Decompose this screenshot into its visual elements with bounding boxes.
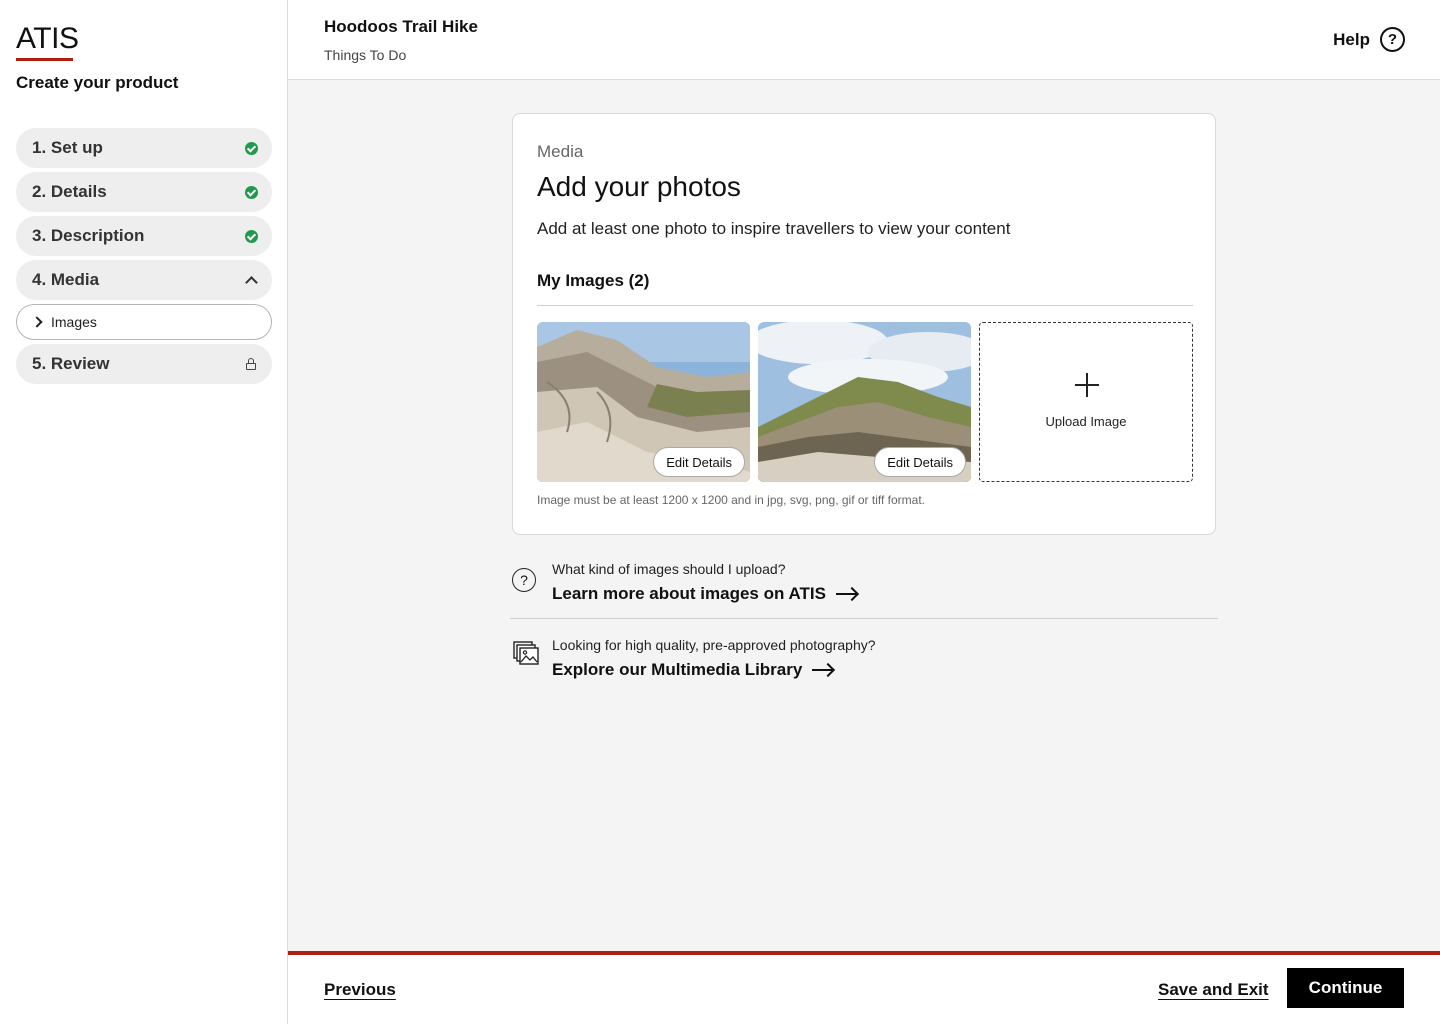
step-label: 3. Description [32,226,145,245]
plus-icon [1075,373,1099,397]
edit-details-button[interactable]: Edit Details [653,447,745,477]
section-tag: Media [537,142,584,161]
arrow-right-icon [835,588,858,600]
step-details[interactable]: 2. Details [16,172,272,212]
question-circle-icon: ? [512,568,536,592]
step-setup[interactable]: 1. Set up [16,128,272,168]
link-label: Explore our Multimedia Library [552,660,803,679]
page-subtitle: Add at least one photo to inspire travel… [537,219,1011,238]
info-question: What kind of images should I upload? [552,561,786,577]
edit-details-button[interactable]: Edit Details [874,447,966,477]
upload-image-dropzone[interactable]: Upload Image [979,322,1193,482]
step-media[interactable]: 4. Media [16,260,272,300]
chevron-up-icon [245,276,258,289]
step-review[interactable]: 5. Review [16,344,272,384]
logo-underline [16,58,73,61]
help-button[interactable]: Help ? [1333,27,1405,52]
step-label: 2. Details [32,182,107,201]
image-requirements-hint: Image must be at least 1200 x 1200 and i… [537,493,926,507]
check-circle-icon [245,229,258,243]
chevron-right-icon [31,316,43,328]
product-category: Things To Do [324,47,407,63]
step-label: 5. Review [32,354,110,373]
continue-button[interactable]: Continue [1287,968,1404,1008]
help-label: Help [1333,29,1370,49]
link-label: Learn more about images on ATIS [552,584,826,603]
images-heading: My Images (2) [537,271,650,290]
sidebar-title: Create your product [16,73,179,92]
image-thumbnail[interactable]: Edit Details [537,322,750,482]
logo: ATIS [16,22,79,55]
image-library-icon [512,640,540,673]
arrow-right-icon [812,664,834,676]
step-label: 1. Set up [32,138,103,157]
learn-more-link[interactable]: Learn more about images on ATIS [552,584,858,604]
substep-label: Images [51,314,97,330]
multimedia-library-link[interactable]: Explore our Multimedia Library [552,660,834,680]
upload-label: Upload Image [1045,414,1127,429]
step-nav: 1. Set up 2. Details 3. Description 4. M… [16,128,272,388]
media-card: Media Add your photos Add at least one p… [512,113,1216,535]
divider [537,305,1193,306]
previous-button[interactable]: Previous [324,980,396,1000]
check-circle-icon [245,185,258,199]
info-row-images: ? What kind of images should I upload? L… [510,556,1218,619]
substep-images[interactable]: Images [16,304,272,340]
top-header: Hoodoos Trail Hike Things To Do Help ? [288,0,1440,80]
check-circle-icon [245,141,258,155]
image-thumbnail[interactable]: Edit Details [758,322,971,482]
help-circle-icon: ? [1380,27,1405,52]
info-row-library: Looking for high quality, pre-approved p… [510,632,1218,692]
save-and-exit-button[interactable]: Save and Exit [1158,980,1269,1000]
sidebar: ATIS Create your product 1. Set up 2. De… [0,0,288,1024]
page-title: Add your photos [537,171,741,202]
lock-icon [246,358,256,370]
step-description[interactable]: 3. Description [16,216,272,256]
step-label: 4. Media [32,270,100,289]
footer-bar: Previous Save and Exit Continue [288,951,1440,1024]
info-question: Looking for high quality, pre-approved p… [552,637,876,653]
product-title: Hoodoos Trail Hike [324,17,478,36]
